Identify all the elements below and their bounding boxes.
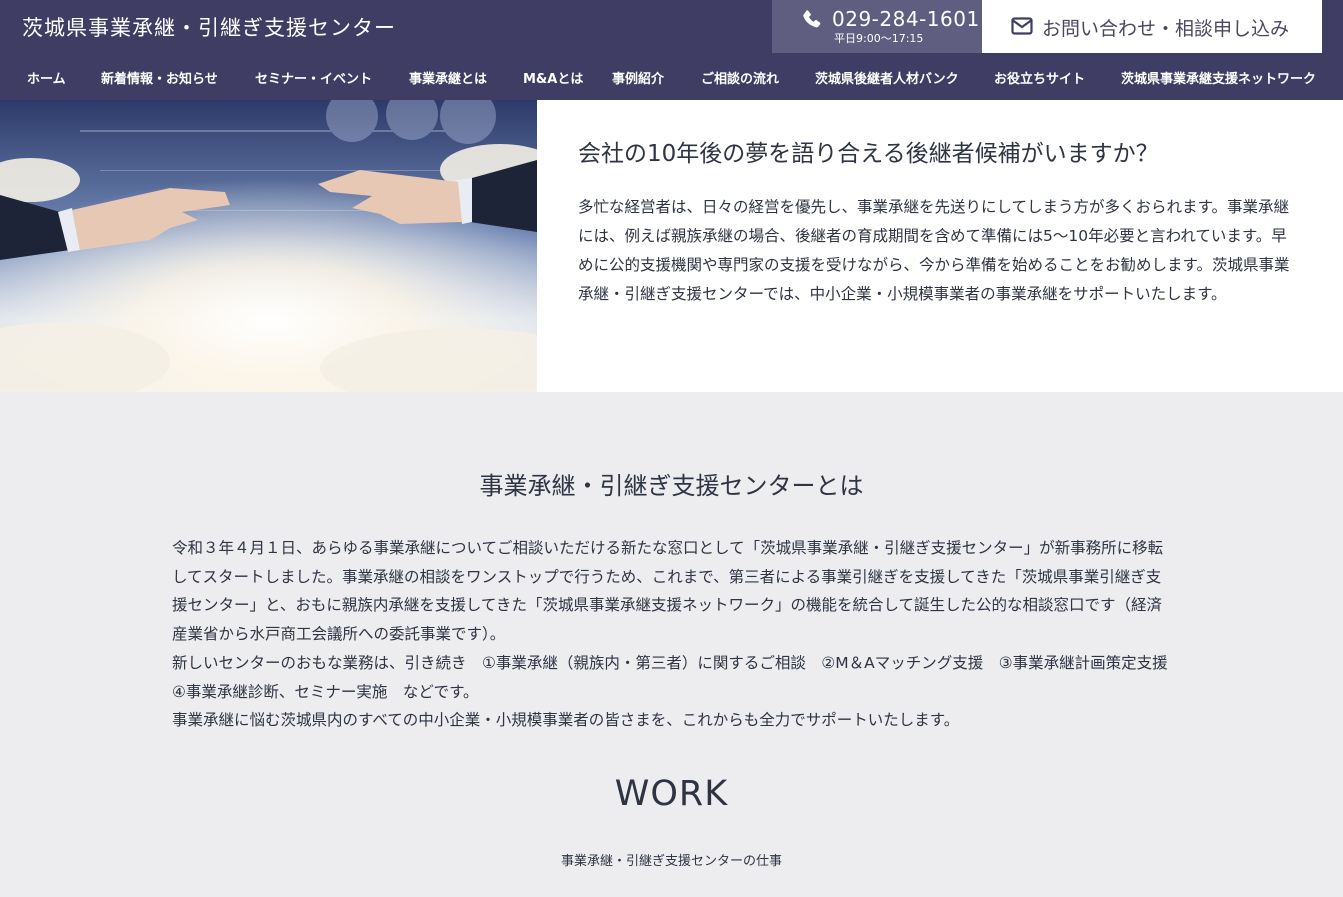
nav-item-network[interactable]: 茨城県事業承継支援ネットワーク	[1121, 68, 1316, 87]
hero-text-panel: 会社の10年後の夢を語り合える後継者候補がいますか？ 多忙な経営者は、日々の経営…	[537, 100, 1343, 392]
hero-handshake-image	[0, 100, 537, 392]
nav-item-home[interactable]: ホーム	[27, 68, 66, 87]
nav-item-talent-bank[interactable]: 茨城県後継者人材バンク	[815, 68, 959, 87]
nav-item-flow[interactable]: ご相談の流れ	[701, 68, 779, 87]
phone-contact[interactable]: 029-284-1601 平日9:00〜17:15	[772, 0, 982, 53]
nav-item-seminar[interactable]: セミナー・イベント	[255, 68, 372, 87]
nav-item-succession[interactable]: 事業承継とは	[409, 68, 487, 87]
about-section-body: 令和３年４月１日、あらゆる事業承継についてご相談いただける新たな窓口として「茨城…	[172, 534, 1184, 735]
about-paragraph: 令和３年４月１日、あらゆる事業承継についてご相談いただける新たな窓口として「茨城…	[172, 539, 1164, 644]
about-paragraph: 事業承継に悩む茨城県内のすべての中小企業・小規模事業者の皆さまを、これからも全力…	[172, 711, 960, 730]
nav-item-ma[interactable]: M&Aとは	[523, 68, 583, 87]
work-section-subtitle: 事業承継・引継ぎ支援センターの仕事	[560, 854, 782, 869]
nav-item-news[interactable]: 新着情報・お知らせ	[101, 68, 218, 87]
nav-item-cases[interactable]: 事例紹介	[612, 68, 664, 87]
work-section-title: WORK	[614, 774, 729, 814]
contact-label: お問い合わせ・相談申し込み	[1042, 18, 1290, 40]
phone-number: 029-284-1601	[832, 7, 980, 31]
hero-body: 多忙な経営者は、日々の経営を優先し、事業承継を先送りにしてしまう方が多くおられま…	[578, 198, 1290, 303]
contact-button[interactable]: お問い合わせ・相談申し込み	[982, 0, 1322, 53]
nav-item-useful-sites[interactable]: お役立ちサイト	[994, 68, 1085, 87]
about-section-title: 事業承継・引継ぎ支援センターとは	[479, 472, 864, 500]
site-title[interactable]: 茨城県事業承継・引継ぎ支援センター	[22, 12, 396, 42]
site-header: 茨城県事業承継・引継ぎ支援センター 029-284-1601 平日9:00〜17…	[0, 0, 1343, 100]
phone-icon	[803, 10, 821, 28]
hero-heading: 会社の10年後の夢を語り合える後継者候補がいますか？	[578, 141, 1159, 167]
phone-hours: 平日9:00〜17:15	[834, 32, 924, 45]
main-nav: ホーム 新着情報・お知らせ セミナー・イベント 事業承継とは M&Aとは 事例紹…	[0, 68, 1343, 90]
about-paragraph: 新しいセンターのおもな業務は、引き続き ①事業承継（親族内・第三者）に関するご相…	[172, 653, 1184, 701]
envelope-icon	[1011, 17, 1033, 35]
